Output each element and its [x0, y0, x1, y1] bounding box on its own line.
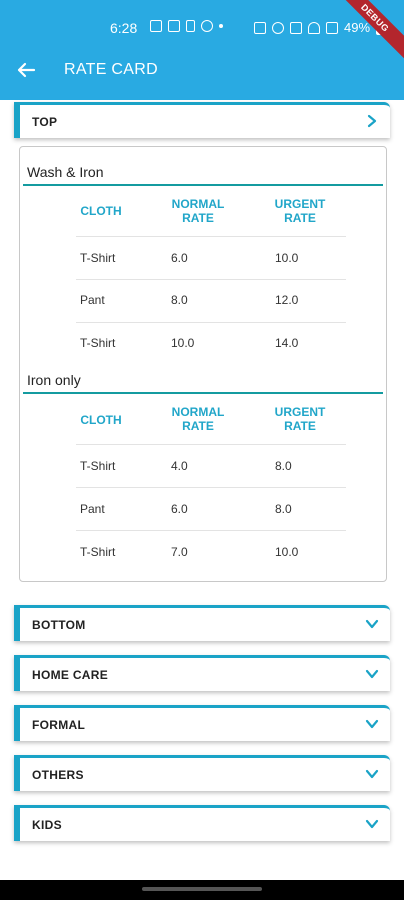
- alarm-icon: [272, 21, 284, 34]
- row-divider: [76, 444, 346, 445]
- category-label: KIDS: [32, 818, 62, 832]
- category-label: BOTTOM: [32, 618, 86, 632]
- category-label: HOME CARE: [32, 668, 109, 682]
- app-header: 6:28 49% DEBUG RATE CARD: [0, 0, 404, 100]
- category-formal[interactable]: FORMAL: [14, 705, 390, 741]
- chevron-down-icon: [365, 669, 379, 679]
- status-bar: 6:28 49% DEBUG: [0, 0, 404, 63]
- battery-percent: 49%: [344, 20, 371, 35]
- cell-normal-rate: 7.0: [171, 545, 188, 559]
- page-title: RATE CARD: [64, 61, 158, 78]
- cell-normal-rate: 4.0: [171, 459, 188, 473]
- wifi-icon: [308, 21, 320, 34]
- category-home-care[interactable]: HOME CARE: [14, 655, 390, 691]
- cell-cloth: T-Shirt: [80, 545, 116, 559]
- header-cloth: CLOTH: [80, 413, 122, 427]
- notification-icon: [150, 20, 162, 32]
- cell-cloth: Pant: [80, 502, 105, 516]
- cell-cloth: T-Shirt: [80, 459, 116, 473]
- category-bottom[interactable]: BOTTOM: [14, 605, 390, 641]
- facebook-icon: [201, 20, 213, 32]
- cell-urgent-rate: 10.0: [275, 251, 299, 265]
- category-label: OTHERS: [32, 768, 84, 782]
- arrow-left-icon: [17, 62, 36, 78]
- cell-normal-rate: 10.0: [171, 336, 195, 350]
- cell-cloth: T-Shirt: [80, 251, 116, 265]
- cell-normal-rate: 8.0: [171, 293, 188, 307]
- section-title: Wash & Iron: [27, 164, 104, 180]
- row-divider: [76, 236, 346, 237]
- row-divider: [76, 530, 346, 531]
- cell-urgent-rate: 12.0: [275, 293, 299, 307]
- section-divider: [23, 184, 383, 186]
- back-button[interactable]: [12, 56, 40, 84]
- vibrate-icon: [290, 21, 302, 34]
- nfc-icon: [254, 21, 266, 34]
- rate-card-panel: Wash & Iron CLOTH NORMAL RATE URGENT RAT…: [19, 146, 387, 582]
- category-label: TOP: [32, 115, 58, 129]
- header-normal-rate: NORMAL RATE: [171, 405, 225, 433]
- notification-icon: [168, 20, 180, 32]
- section-divider: [23, 392, 383, 394]
- chevron-right-icon: [367, 114, 377, 128]
- chevron-down-icon: [365, 719, 379, 729]
- status-time: 6:28: [110, 20, 138, 36]
- row-divider: [76, 487, 346, 488]
- more-notifications-icon: [219, 24, 223, 28]
- header-normal-rate: NORMAL RATE: [171, 197, 225, 225]
- category-label: FORMAL: [32, 718, 86, 732]
- cell-urgent-rate: 8.0: [275, 459, 292, 473]
- chevron-down-icon: [365, 619, 379, 629]
- category-kids[interactable]: KIDS: [14, 805, 390, 841]
- header-cloth: CLOTH: [80, 204, 122, 218]
- cell-urgent-rate: 10.0: [275, 545, 299, 559]
- cell-urgent-rate: 14.0: [275, 336, 299, 350]
- signal-icon: [326, 21, 338, 34]
- header-urgent-rate: URGENT RATE: [274, 405, 326, 433]
- chevron-down-icon: [365, 769, 379, 779]
- chevron-down-icon: [365, 819, 379, 829]
- cell-urgent-rate: 8.0: [275, 502, 292, 516]
- section-title: Iron only: [27, 372, 81, 388]
- sim-icon: [186, 20, 195, 32]
- cell-cloth: Pant: [80, 293, 105, 307]
- home-indicator[interactable]: [142, 887, 262, 891]
- category-others[interactable]: OTHERS: [14, 755, 390, 791]
- category-top[interactable]: TOP: [14, 102, 390, 138]
- header-urgent-rate: URGENT RATE: [274, 197, 326, 225]
- cell-normal-rate: 6.0: [171, 251, 188, 265]
- row-divider: [76, 279, 346, 280]
- row-divider: [76, 322, 346, 323]
- cell-cloth: T-Shirt: [80, 336, 116, 350]
- cell-normal-rate: 6.0: [171, 502, 188, 516]
